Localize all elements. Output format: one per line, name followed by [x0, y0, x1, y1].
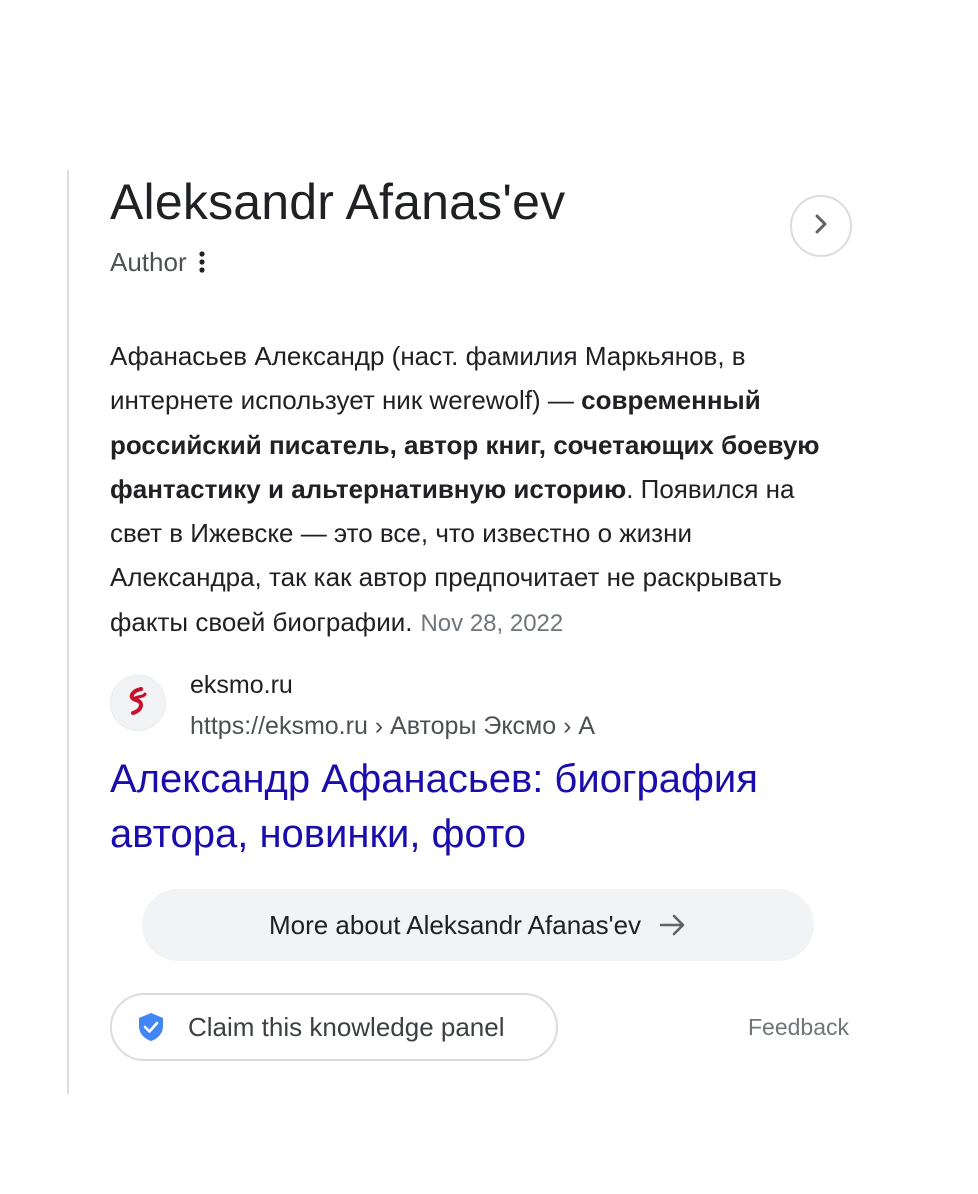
more-about-label: More about Aleksandr Afanas'ev [268, 909, 642, 940]
more-options-icon[interactable] [197, 248, 207, 276]
more-about-button[interactable]: More about Aleksandr Afanas'ev [142, 889, 814, 961]
feedback-link[interactable]: Feedback [748, 1011, 849, 1043]
entity-subtitle: Author [110, 246, 187, 277]
claim-panel-label: Claim this knowledge panel [188, 1011, 505, 1042]
result-title-link[interactable]: Александр Афанасьев: биография автора, н… [110, 752, 870, 862]
claim-panel-button[interactable]: Claim this knowledge panel [110, 993, 558, 1061]
eksmo-logo-icon [124, 686, 152, 721]
panel-left-border [67, 170, 69, 1094]
description-date: Nov 28, 2022 [420, 609, 564, 637]
chevron-right-icon [811, 212, 831, 241]
source-breadcrumb-url[interactable]: https://eksmo.ru › Авторы Эксмо › А [190, 708, 595, 744]
next-panel-button[interactable] [790, 195, 852, 257]
arrow-right-icon [659, 913, 687, 937]
verified-shield-icon [138, 1011, 168, 1043]
subtitle-row: Author [110, 242, 207, 282]
source-favicon[interactable] [110, 675, 166, 731]
entity-title: Aleksandr Afanas'ev [110, 174, 566, 230]
entity-description: Афанасьев Александр (наст. фамилия Маркь… [110, 334, 850, 646]
source-name[interactable]: eksmo.ru [190, 667, 293, 703]
